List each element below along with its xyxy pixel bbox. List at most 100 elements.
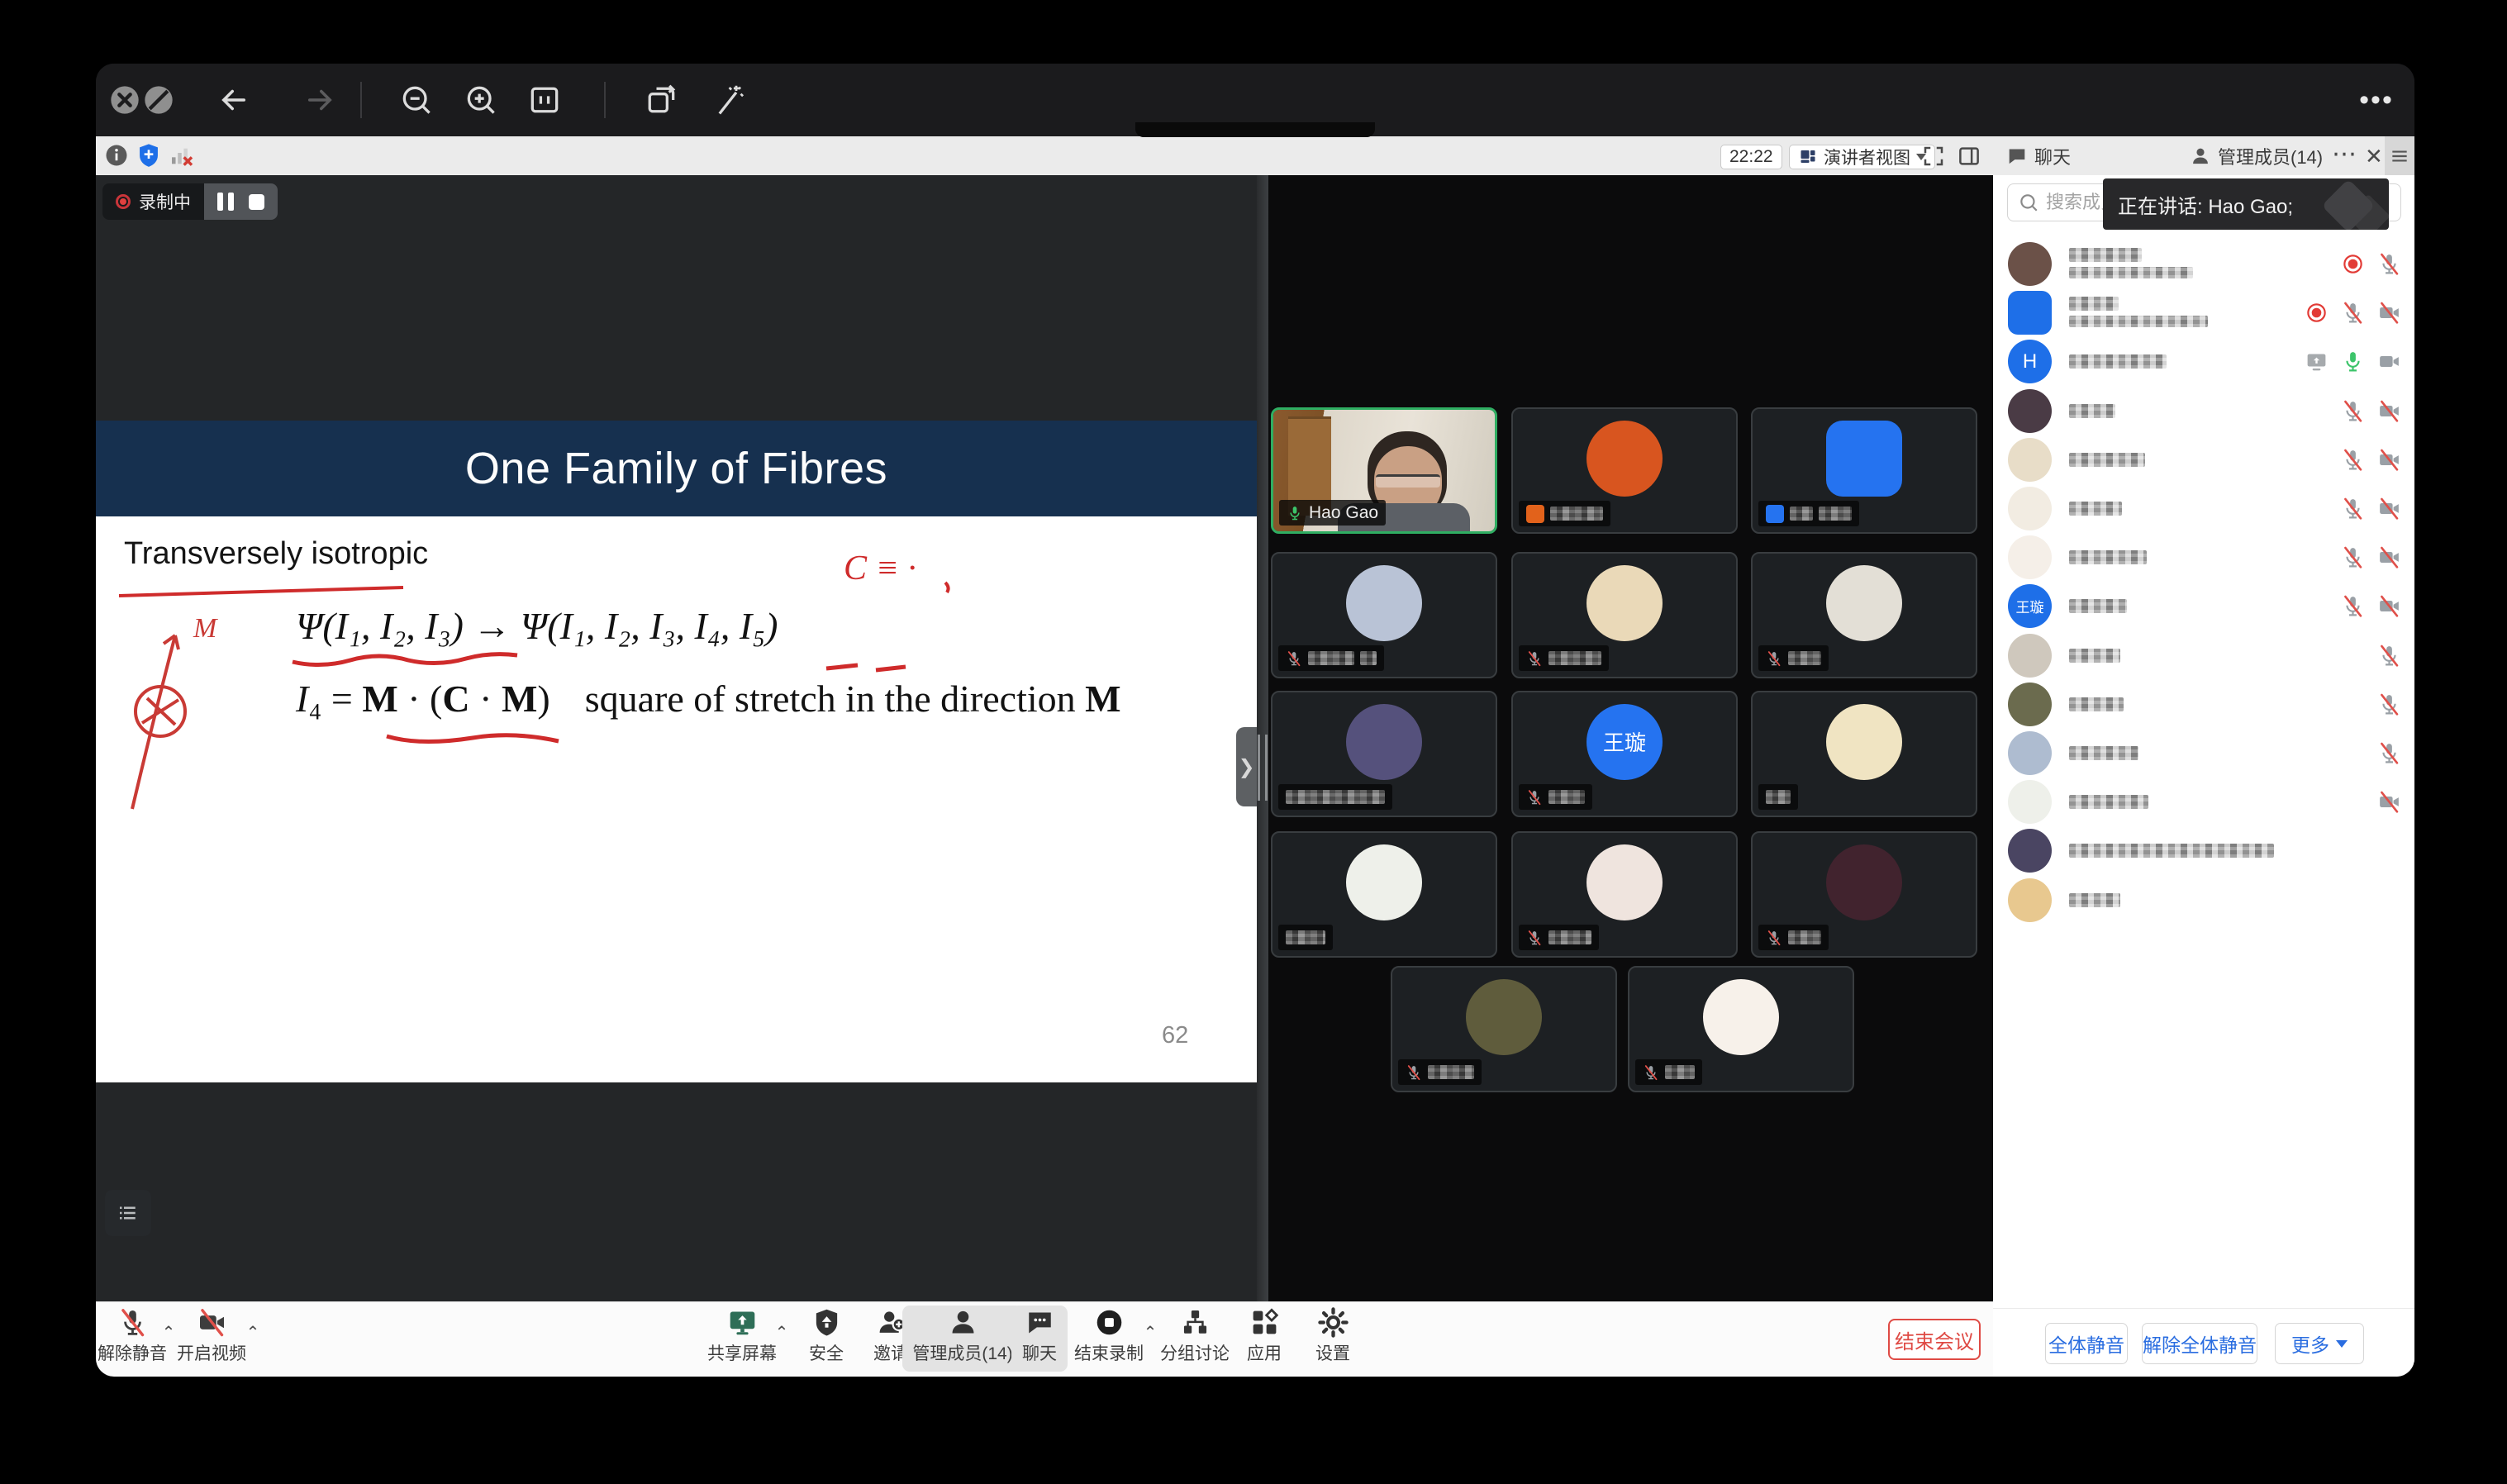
panel-close-icon[interactable]: ✕ — [2365, 144, 2383, 169]
video-tile[interactable] — [1271, 691, 1497, 817]
video-tile[interactable] — [1751, 831, 1977, 958]
tab-chat[interactable]: 聊天 — [2006, 136, 2071, 175]
member-row[interactable]: H — [1993, 337, 2414, 386]
member-status-icons — [2341, 533, 2401, 582]
video-tile[interactable] — [1271, 552, 1497, 678]
member-avatar — [2008, 242, 2052, 286]
unmute-all-button[interactable]: 解除全体静音 — [2142, 1323, 2257, 1364]
member-status-icons — [2377, 631, 2401, 680]
screenshot-viewer-window: ••• 22:22 演讲者视图 聊天 管理成员(14) ⋯ ✕ — [96, 64, 2414, 1377]
viewer-more-icon[interactable]: ••• — [2353, 64, 2400, 136]
tile-name-label — [1758, 645, 1829, 671]
divider-drag-handle-icon[interactable] — [1258, 735, 1268, 801]
collapse-panel-handle[interactable]: ❯ — [1236, 727, 1257, 806]
video-tile-self[interactable]: Hao Gao — [1271, 407, 1497, 534]
redacted-name — [1788, 651, 1821, 665]
fit-box-icon[interactable] — [521, 64, 568, 136]
redacted-name — [1790, 507, 1813, 521]
video-tile[interactable] — [1751, 407, 1977, 534]
redacted-member-detail — [2069, 316, 2208, 327]
magic-wand-icon[interactable] — [704, 64, 750, 136]
start-video-options-chevron[interactable]: ⌃ — [246, 1322, 260, 1343]
members-person-icon — [948, 1307, 978, 1338]
more-button[interactable]: 更多 — [2275, 1323, 2364, 1364]
tile-name-label — [1398, 1059, 1482, 1085]
red-ink-annotation: C ≡ · — [844, 549, 916, 588]
network-error-icon[interactable] — [169, 143, 195, 174]
video-tile[interactable] — [1751, 552, 1977, 678]
zoom-out-icon[interactable] — [393, 64, 440, 136]
member-row[interactable] — [1993, 778, 2414, 826]
mic-off-icon — [1286, 650, 1302, 667]
security-shield-icon — [811, 1307, 842, 1338]
participant-avatar — [1826, 421, 1902, 497]
redacted-member-name — [2069, 795, 2148, 809]
video-tile[interactable] — [1511, 831, 1738, 958]
panel-more-icon[interactable]: ⋯ — [2332, 140, 2357, 169]
member-row[interactable] — [1993, 435, 2414, 484]
member-row[interactable]: 王璇 — [1993, 582, 2414, 630]
member-row[interactable] — [1993, 387, 2414, 435]
shield-plus-icon[interactable] — [136, 142, 162, 173]
video-tile[interactable] — [1391, 966, 1617, 1092]
rotate-icon[interactable] — [638, 64, 684, 136]
mic-off-icon — [1766, 650, 1782, 667]
person-icon — [2190, 145, 2211, 167]
member-row[interactable] — [1993, 826, 2414, 875]
redacted-name — [1788, 930, 1821, 944]
panel-footer: 全体静音解除全体静音更多 — [1993, 1308, 2414, 1377]
member-row[interactable] — [1993, 240, 2414, 288]
end-meeting-button[interactable]: 结束会议 — [1888, 1319, 1981, 1360]
zoom-in-icon[interactable] — [458, 64, 504, 136]
mic-off-icon — [1766, 930, 1782, 946]
video-tile[interactable] — [1751, 691, 1977, 817]
video-tile[interactable] — [1271, 831, 1497, 958]
view-mode-dropdown[interactable]: 演讲者视图 — [1789, 145, 1935, 169]
redacted-member-name — [2069, 354, 2167, 369]
slide-formula-1: Ψ(I₁, I₂, I₃) → Ψ(I₁, I₂, I₃, I₄, I₅) — [296, 604, 778, 648]
settings-gear-icon — [1318, 1307, 1349, 1338]
mic-off-icon — [1526, 650, 1543, 667]
mute-all-button[interactable]: 全体静音 — [2045, 1323, 2128, 1364]
member-status-icons — [2377, 778, 2401, 826]
info-icon[interactable] — [104, 143, 129, 172]
fullscreen-icon[interactable] — [1921, 144, 1946, 173]
side-panel-icon[interactable] — [1957, 144, 1981, 173]
participant-avatar — [1826, 844, 1902, 920]
speaking-banner-text: 正在讲话: Hao Gao; — [2118, 190, 2293, 219]
tab-members[interactable]: 管理成员(14) — [2190, 136, 2323, 175]
stop-recording-button[interactable] — [249, 194, 264, 210]
video-tile[interactable]: 王璇 — [1511, 691, 1738, 817]
member-row[interactable] — [1993, 533, 2414, 582]
meeting-topbar: 22:22 演讲者视图 聊天 管理成员(14) ⋯ ✕ — [96, 136, 2414, 175]
member-avatar: 王璇 — [2008, 584, 2052, 628]
video-tile[interactable] — [1511, 407, 1738, 534]
settings-button[interactable]: 设置 — [1283, 1307, 1382, 1365]
member-row[interactable] — [1993, 876, 2414, 925]
video-tile[interactable] — [1511, 552, 1738, 678]
redacted-name — [1548, 651, 1601, 665]
record-icon — [2305, 301, 2329, 325]
back-arrow-icon[interactable] — [211, 64, 257, 136]
redacted-name — [1286, 790, 1385, 804]
participant-avatar — [1586, 421, 1663, 497]
member-avatar — [2008, 634, 2052, 678]
tile-name-label — [1758, 501, 1859, 526]
panel-menu-strip[interactable] — [2385, 136, 2414, 175]
record-icon — [2341, 252, 2365, 276]
member-row[interactable] — [1993, 288, 2414, 337]
redacted-name — [1360, 651, 1377, 665]
redacted-name — [1665, 1065, 1695, 1079]
participant-avatar — [1703, 979, 1779, 1055]
redacted-member-name — [2069, 746, 2138, 760]
member-row[interactable] — [1993, 729, 2414, 778]
video-tile[interactable] — [1628, 966, 1854, 1092]
apps-grid-icon — [1249, 1307, 1280, 1338]
block-circle-icon[interactable] — [136, 64, 182, 136]
pause-recording-button[interactable] — [217, 193, 234, 211]
member-row[interactable] — [1993, 631, 2414, 680]
thumbnail-list-toggle[interactable] — [105, 1190, 151, 1236]
member-row[interactable] — [1993, 680, 2414, 729]
member-row[interactable] — [1993, 484, 2414, 533]
video-grid: Hao Gao 王璇 — [1268, 175, 1993, 1301]
